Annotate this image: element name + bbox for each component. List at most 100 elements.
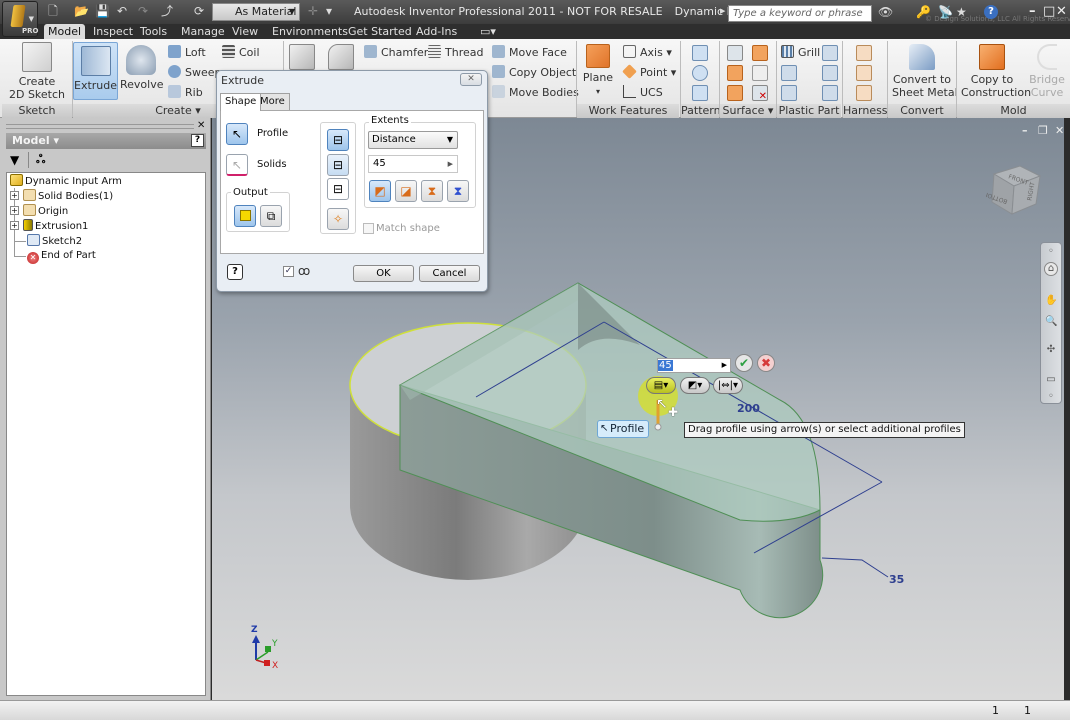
- create-2d-sketch-button[interactable]: Create 2D Sketch: [8, 42, 66, 101]
- copy-object-button[interactable]: Copy Object: [492, 65, 576, 80]
- cut-button[interactable]: ⊟: [327, 154, 349, 176]
- fillet-icon[interactable]: [328, 44, 354, 70]
- help-icon[interactable]: ?: [227, 264, 243, 280]
- help-icon[interactable]: ?: [984, 5, 998, 19]
- appearance-icon[interactable]: ✛: [306, 4, 320, 18]
- delete-face-icon[interactable]: ✕: [752, 85, 768, 102]
- tab-view[interactable]: View: [228, 24, 262, 39]
- help-icon[interactable]: ?: [191, 134, 204, 147]
- tab-add-ins[interactable]: Add-Ins: [412, 24, 461, 39]
- look-at-icon[interactable]: ▭: [1045, 374, 1057, 386]
- harness-property-icon[interactable]: [856, 85, 872, 101]
- filter-icon[interactable]: ▼: [10, 153, 19, 167]
- tab-tools[interactable]: Tools: [136, 24, 171, 39]
- cancel-button[interactable]: Cancel: [419, 265, 480, 282]
- tab-inspect[interactable]: Inspect: [89, 24, 137, 39]
- pan-hand-icon[interactable]: ✋: [1045, 295, 1057, 307]
- find-binoculars-icon[interactable]: ஃ: [36, 152, 45, 168]
- panel-label-surface[interactable]: Surface ▾: [720, 104, 776, 118]
- extrude-button[interactable]: Extrude: [73, 42, 118, 100]
- viewport-restore-icon[interactable]: ❐: [1038, 124, 1048, 137]
- tree-item-sketch2[interactable]: Sketch2: [27, 234, 82, 249]
- output-type-pill[interactable]: ▤▾: [646, 377, 676, 394]
- hole-icon[interactable]: [289, 44, 315, 70]
- save-icon[interactable]: 💾: [95, 4, 110, 18]
- undo-icon[interactable]: ↶: [115, 4, 129, 18]
- tab-model[interactable]: Model: [44, 24, 86, 39]
- customize-qat-icon[interactable]: ▾: [322, 4, 336, 18]
- convert-sheet-metal-button[interactable]: Convert to Sheet Metal: [892, 44, 958, 99]
- direction-1-button[interactable]: ◩: [369, 180, 391, 202]
- extents-pill[interactable]: |⇔|▾: [713, 377, 743, 394]
- plane-button[interactable]: Plane ▾: [580, 44, 616, 98]
- preview-checkbox[interactable]: ✓: [283, 266, 294, 277]
- tab-shape[interactable]: Shape: [220, 93, 262, 111]
- ok-button[interactable]: OK: [353, 265, 414, 282]
- sculpt-icon[interactable]: [727, 65, 743, 81]
- tree-item-end-of-part[interactable]: ✕ End of Part: [27, 249, 96, 264]
- tab-manage[interactable]: Manage: [177, 24, 229, 39]
- coil-button[interactable]: Coil: [222, 45, 260, 60]
- viewport-minimize-icon[interactable]: –: [1022, 124, 1028, 137]
- search-expand-icon[interactable]: ▶: [720, 7, 725, 15]
- browser-header-dropdown[interactable]: Model ▾: [6, 133, 206, 149]
- thicken-icon[interactable]: [727, 45, 743, 61]
- thread-button[interactable]: Thread: [428, 45, 483, 60]
- zoom-icon[interactable]: 🔍: [1045, 316, 1057, 328]
- new-solid-button[interactable]: ✧: [327, 208, 349, 230]
- rib-button[interactable]: Rib: [168, 85, 203, 100]
- distance-mini-input[interactable]: 45 ▶: [657, 358, 731, 373]
- boss-icon[interactable]: [781, 65, 797, 81]
- maximize-icon[interactable]: □: [1043, 4, 1055, 19]
- expand-icon[interactable]: +: [10, 206, 19, 215]
- extents-dropdown[interactable]: Distance ▼: [368, 131, 458, 149]
- output-solid-button[interactable]: [234, 205, 256, 227]
- expand-icon[interactable]: +: [10, 191, 19, 200]
- rectangular-pattern-icon[interactable]: [692, 45, 708, 61]
- dialog-close-button[interactable]: ✕: [460, 73, 482, 86]
- open-folder-icon[interactable]: 📂: [74, 4, 89, 18]
- expand-icon[interactable]: +: [10, 221, 19, 230]
- bridge-curve-button[interactable]: Bridge Curve: [1027, 44, 1067, 99]
- harness-segment-icon[interactable]: [856, 65, 872, 81]
- sweep-button[interactable]: Sweep: [168, 65, 222, 80]
- trim-surface-icon[interactable]: [752, 65, 768, 81]
- circular-pattern-icon[interactable]: [692, 65, 708, 81]
- stitch-icon[interactable]: [752, 45, 768, 61]
- subscription-key-icon[interactable]: 🔑: [916, 5, 931, 19]
- tab-get-started[interactable]: Get Started: [344, 24, 416, 39]
- harness-point-icon[interactable]: [856, 45, 872, 61]
- tree-item-extrusion1[interactable]: + Extrusion1: [10, 219, 88, 234]
- new-file-icon[interactable]: 🗋: [46, 4, 60, 18]
- tree-item-solid-bodies[interactable]: + Solid Bodies(1): [10, 189, 113, 204]
- snap-fit-icon[interactable]: [822, 45, 838, 61]
- ribbon-display-options-icon[interactable]: ▭▾: [476, 24, 500, 39]
- orbit-icon[interactable]: ✣: [1045, 344, 1057, 356]
- dimension-label-length[interactable]: 200: [737, 402, 760, 415]
- cancel-x-icon[interactable]: ✖: [757, 354, 775, 372]
- loft-button[interactable]: Loft: [168, 45, 206, 60]
- asymmetric-button[interactable]: ⧗: [447, 180, 469, 202]
- viewport-close-icon[interactable]: ✕: [1055, 124, 1064, 137]
- favorites-star-icon[interactable]: ★: [956, 5, 967, 19]
- material-dropdown[interactable]: As Material ▼: [212, 3, 300, 21]
- direction-pill[interactable]: ◩▾: [680, 377, 710, 394]
- symmetric-button[interactable]: ⧗: [421, 180, 443, 202]
- move-bodies-button[interactable]: Move Bodies: [492, 85, 579, 100]
- tree-item-part[interactable]: Dynamic Input Arm: [10, 174, 122, 189]
- ucs-button[interactable]: UCS: [623, 85, 663, 100]
- match-shape-checkbox[interactable]: [363, 223, 374, 234]
- axis-button[interactable]: Axis ▾: [623, 45, 672, 60]
- join-button[interactable]: ⊟: [327, 129, 349, 151]
- tab-environments[interactable]: Environments: [268, 24, 352, 39]
- application-menu-button[interactable]: PRO ▼: [2, 1, 38, 37]
- profile-tag[interactable]: ↖ Profile: [597, 420, 650, 438]
- navbar-options-icon[interactable]: ◦: [1045, 246, 1057, 258]
- redo-icon[interactable]: ↷: [136, 4, 150, 18]
- minimize-icon[interactable]: –: [1029, 4, 1036, 19]
- communication-center-icon[interactable]: 📡: [938, 5, 953, 19]
- revolve-button[interactable]: Revolve: [120, 42, 164, 91]
- rest-icon[interactable]: [781, 85, 797, 101]
- steering-wheel-icon[interactable]: ⌂: [1044, 262, 1058, 276]
- profile-select-button[interactable]: ↖: [226, 123, 248, 145]
